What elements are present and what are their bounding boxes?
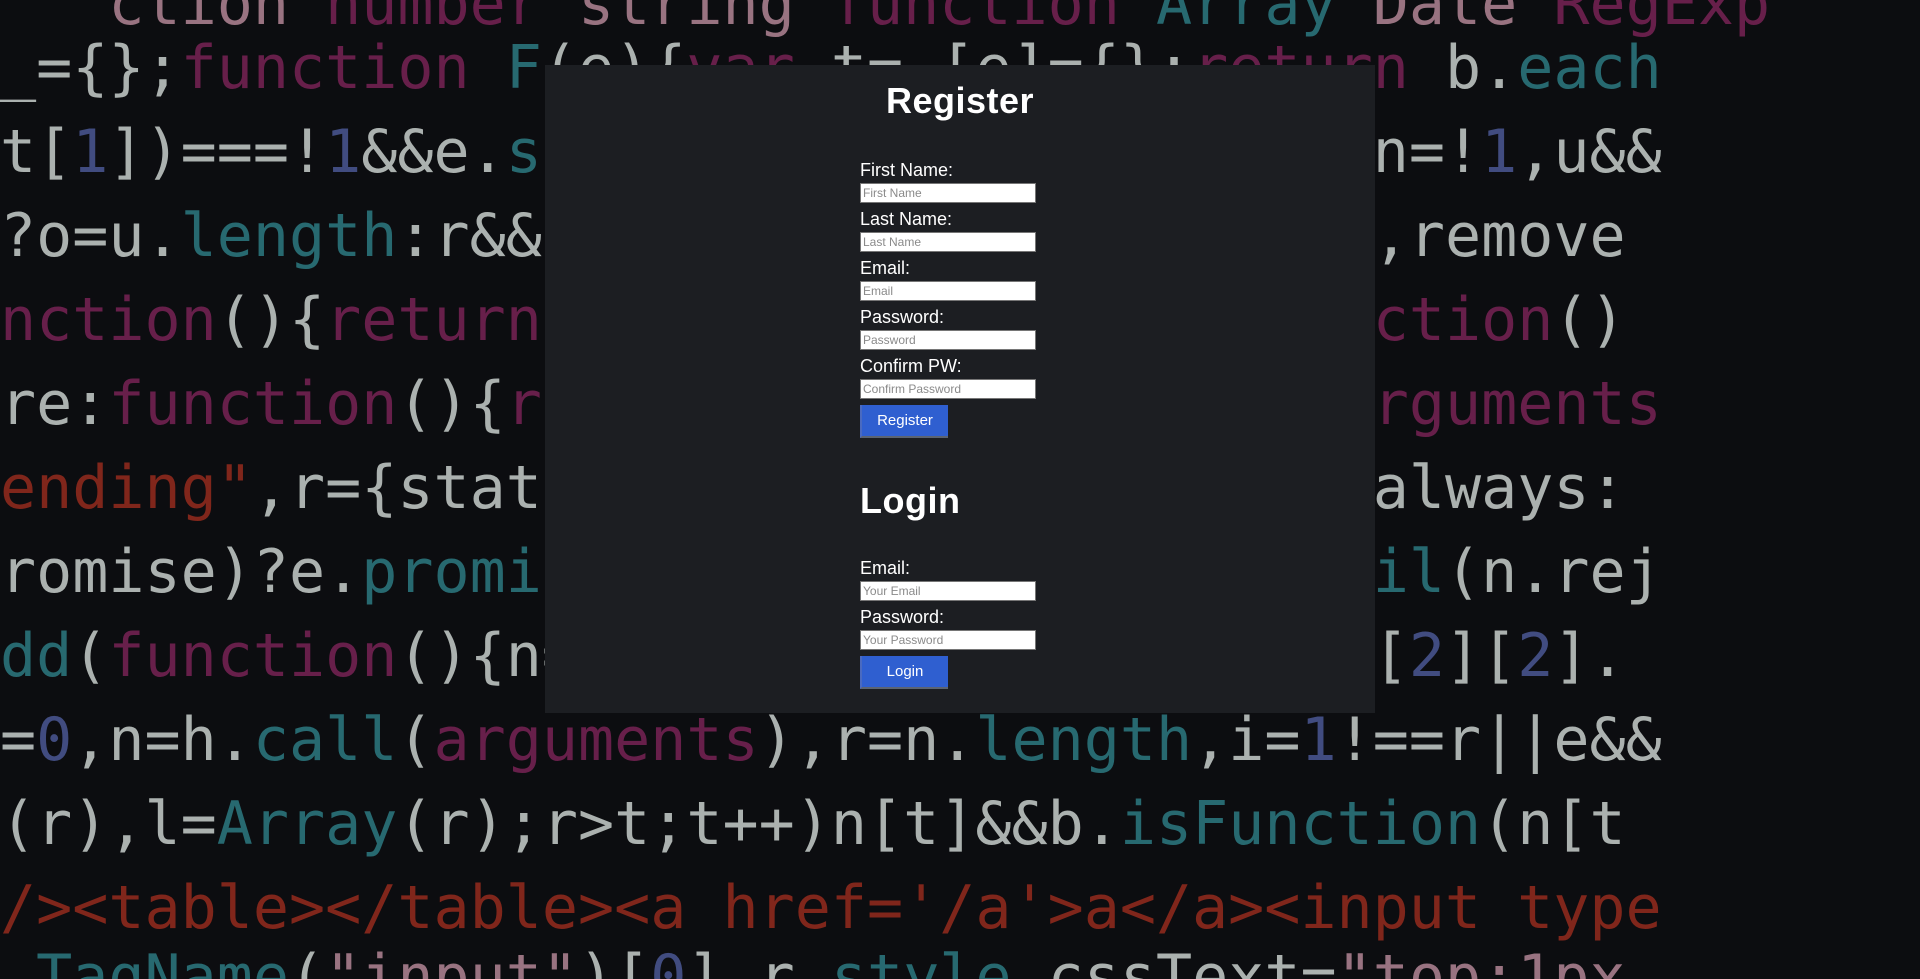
- register-password-input[interactable]: [860, 330, 1036, 350]
- first-name-label: First Name:: [860, 160, 954, 180]
- register-button[interactable]: Register: [860, 405, 948, 438]
- first-name-input[interactable]: [860, 183, 1036, 203]
- login-button[interactable]: Login: [860, 656, 948, 689]
- register-heading: Register: [885, 80, 1035, 121]
- login-form: Email: Password: Login: [860, 558, 1036, 689]
- register-form: First Name: Last Name: Email: Password: …: [860, 160, 1036, 438]
- confirm-password-input[interactable]: [860, 379, 1036, 399]
- register-email-label: Email:: [860, 258, 911, 278]
- login-password-input[interactable]: [860, 630, 1036, 650]
- login-heading: Login: [860, 480, 961, 521]
- last-name-input[interactable]: [860, 232, 1036, 252]
- login-email-input[interactable]: [860, 581, 1036, 601]
- login-email-label: Email:: [860, 558, 911, 578]
- auth-panel: Register First Name: Last Name: Email: P…: [545, 65, 1375, 713]
- confirm-password-label: Confirm PW:: [860, 356, 962, 376]
- register-email-input[interactable]: [860, 281, 1036, 301]
- login-password-label: Password:: [860, 607, 945, 627]
- register-password-label: Password:: [860, 307, 945, 327]
- last-name-label: Last Name:: [860, 209, 953, 229]
